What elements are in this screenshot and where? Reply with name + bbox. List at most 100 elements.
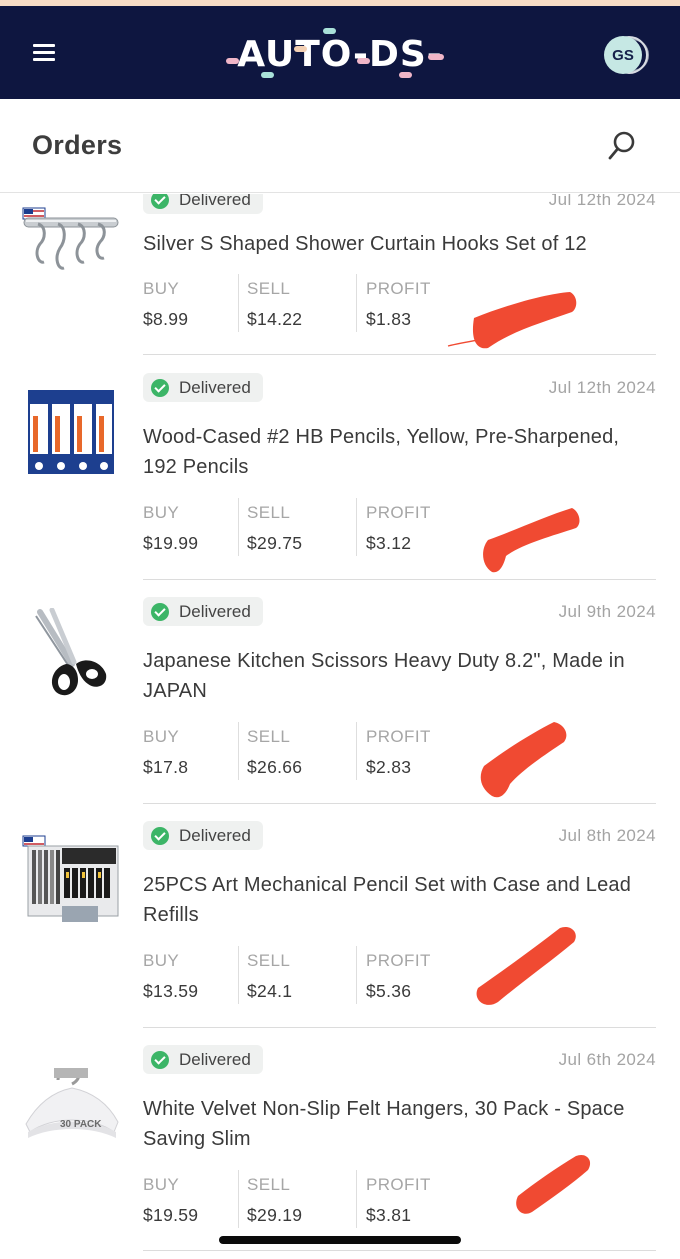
home-indicator — [219, 1236, 461, 1244]
column-divider — [356, 1170, 357, 1228]
status-text: Delivered — [179, 377, 251, 397]
check-circle-icon — [151, 378, 169, 397]
order-row[interactable]: 30 PACK Delivered Jul 6th 2024 White Vel… — [0, 1028, 680, 1259]
search-icon[interactable] — [606, 129, 638, 163]
check-circle-icon — [151, 194, 169, 209]
product-thumbnail-hangers[interactable]: 30 PACK — [22, 1066, 120, 1146]
status-text: Delivered — [179, 601, 251, 621]
sell-label: SELL — [247, 279, 291, 298]
profit-column: PROFIT $3.12 — [366, 503, 431, 554]
sell-label: SELL — [247, 727, 291, 746]
status-text: Delivered — [179, 825, 251, 845]
status-text: Delivered — [179, 1049, 251, 1069]
check-circle-icon — [151, 602, 169, 621]
order-date: Jul 12th 2024 — [548, 378, 656, 397]
profit-column: PROFIT $5.36 — [366, 951, 431, 1002]
profit-column: PROFIT $1.83 — [366, 279, 431, 330]
product-thumbnail-shower-hooks[interactable] — [22, 202, 120, 292]
order-row[interactable]: Delivered Jul 9th 2024 Japanese Kitchen … — [0, 580, 680, 804]
sell-value: $29.75 — [247, 533, 303, 553]
product-thumbnail-mechanical-pencil-set[interactable] — [22, 834, 120, 930]
menu-line — [33, 58, 55, 61]
profit-value: $3.81 — [366, 1205, 412, 1225]
sell-value: $24.1 — [247, 981, 293, 1001]
autods-logo[interactable]: AUTO-DS- — [220, 28, 460, 88]
menu-line — [33, 44, 55, 47]
status-text: Delivered — [179, 194, 251, 209]
profit-label: PROFIT — [366, 503, 431, 522]
menu-line — [33, 51, 55, 54]
logo-accent — [357, 58, 370, 64]
order-date: Jul 9th 2024 — [558, 602, 656, 621]
column-divider — [238, 274, 239, 332]
sell-column: SELL $24.1 — [247, 951, 292, 1002]
profit-column: PROFIT $3.81 — [366, 1175, 431, 1226]
buy-label: BUY — [143, 1175, 180, 1194]
logo-accent — [226, 58, 239, 64]
page-title: Orders — [32, 130, 123, 160]
profit-value: $3.12 — [366, 533, 412, 553]
profit-label: PROFIT — [366, 951, 431, 970]
profit-label: PROFIT — [366, 727, 431, 746]
sell-label: SELL — [247, 951, 291, 970]
logo-accent — [323, 28, 336, 34]
profit-value: $1.83 — [366, 309, 412, 329]
sell-column: SELL $14.22 — [247, 279, 302, 330]
column-divider — [356, 722, 357, 780]
buy-column: BUY $13.59 — [143, 951, 198, 1002]
column-divider — [238, 722, 239, 780]
order-row[interactable]: Delivered Jul 12th 2024 Wood-Cased #2 HB… — [0, 356, 680, 580]
hamburger-menu-icon[interactable] — [30, 41, 58, 65]
column-divider — [238, 1170, 239, 1228]
redaction-scribble — [447, 292, 577, 349]
buy-column: BUY $17.8 — [143, 727, 188, 778]
buy-label: BUY — [143, 279, 180, 298]
product-title[interactable]: Wood-Cased #2 HB Pencils, Yellow, Pre-Sh… — [143, 422, 653, 482]
order-date: Jul 12th 2024 — [548, 194, 656, 209]
user-avatar[interactable]: GS — [604, 36, 642, 74]
order-date: Jul 8th 2024 — [558, 826, 656, 845]
profit-value: $2.83 — [366, 757, 412, 777]
buy-value: $19.59 — [143, 1205, 199, 1225]
sell-value: $29.19 — [247, 1205, 303, 1225]
product-thumbnail-pencil-boxes[interactable] — [22, 388, 120, 478]
sell-column: SELL $26.66 — [247, 727, 302, 778]
logo-accent — [261, 72, 274, 78]
status-badge: Delivered — [143, 1045, 263, 1074]
buy-label: BUY — [143, 951, 180, 970]
order-row[interactable]: Delivered Jul 8th 2024 25PCS Art Mechani… — [0, 804, 680, 1028]
redaction-scribble — [483, 508, 580, 573]
redaction-scribble — [480, 722, 567, 798]
product-title[interactable]: Silver S Shaped Shower Curtain Hooks Set… — [143, 229, 653, 259]
buy-value: $17.8 — [143, 757, 189, 777]
buy-value: $13.59 — [143, 981, 199, 1001]
sell-value: $26.66 — [247, 757, 303, 777]
logo-accent — [399, 72, 412, 78]
sell-label: SELL — [247, 1175, 291, 1194]
product-thumbnail-scissors[interactable] — [22, 607, 120, 708]
app-bar: AUTO-DS- GS — [0, 6, 680, 99]
order-row[interactable]: Delivered Jul 12th 2024 Silver S Shaped … — [0, 194, 680, 356]
row-divider — [143, 354, 656, 355]
logo-accent — [294, 46, 307, 52]
check-circle-icon — [151, 826, 169, 845]
row-divider — [143, 1250, 656, 1251]
status-badge: Delivered — [143, 373, 263, 402]
profit-column: PROFIT $2.83 — [366, 727, 431, 778]
product-title[interactable]: Japanese Kitchen Scissors Heavy Duty 8.2… — [143, 646, 653, 706]
sell-column: SELL $29.19 — [247, 1175, 302, 1226]
status-badge: Delivered — [143, 821, 263, 850]
buy-value: $19.99 — [143, 533, 199, 553]
column-divider — [356, 498, 357, 556]
column-divider — [356, 946, 357, 1004]
buy-label: BUY — [143, 727, 180, 746]
buy-column: BUY $8.99 — [143, 279, 188, 330]
order-date: Jul 6th 2024 — [558, 1050, 656, 1069]
column-divider — [238, 946, 239, 1004]
status-badge: Delivered — [143, 194, 263, 214]
sell-label: SELL — [247, 503, 291, 522]
column-divider — [238, 498, 239, 556]
buy-column: BUY $19.59 — [143, 1175, 198, 1226]
orders-list[interactable]: Delivered Jul 12th 2024 Silver S Shaped … — [0, 194, 680, 1259]
profit-label: PROFIT — [366, 1175, 431, 1194]
